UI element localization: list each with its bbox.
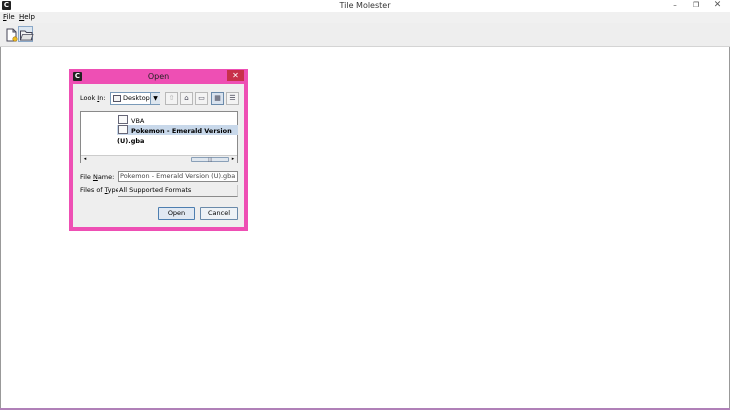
open-dialog: Open C ✕ Look In: Desktop ▼ ⇧ ⌂ ▭ ▦ ☰ VB…	[69, 69, 248, 231]
new-folder-button[interactable]: ▭	[195, 92, 208, 105]
files-of-type-label: Files of Type:	[80, 185, 122, 195]
files-of-type-label-pre: Files of	[80, 186, 105, 194]
menu-help[interactable]: Help	[19, 12, 35, 23]
maximize-icon[interactable]: ❐	[689, 0, 703, 11]
scroll-left-icon[interactable]: ◂	[82, 156, 88, 163]
new-file-icon	[6, 28, 18, 42]
details-view-button[interactable]: ☰	[226, 92, 239, 105]
app-logo-icon: C	[2, 1, 11, 10]
scrollbar-thumb[interactable]: |||	[191, 157, 229, 162]
folder-icon	[118, 115, 128, 124]
look-in-label-pre: Look	[80, 94, 98, 102]
new-file-button[interactable]	[3, 26, 18, 42]
file-icon	[118, 125, 128, 134]
file-name: Pokemon - Emerald Version (U).gba	[117, 127, 232, 145]
menubar: File Help	[0, 12, 730, 23]
file-name: VBA	[131, 117, 145, 125]
look-in-label-post: n:	[99, 94, 106, 102]
file-name-label-pre: File	[80, 173, 93, 181]
close-icon[interactable]: ✕	[705, 0, 730, 11]
chevron-down-icon[interactable]: ▼	[150, 93, 160, 104]
scroll-right-icon[interactable]: ▸	[230, 156, 236, 163]
look-in-value: Desktop	[123, 94, 150, 102]
open-folder-icon	[19, 30, 34, 41]
folder-icon	[113, 95, 121, 102]
list-item[interactable]: VBA	[117, 115, 238, 125]
horizontal-scrollbar[interactable]: ◂ ||| ▸	[81, 155, 237, 163]
menu-help-label: elp	[24, 13, 35, 21]
look-in-label: Look In:	[80, 93, 106, 103]
dialog-close-icon[interactable]: ✕	[227, 70, 244, 81]
dialog-body: Look In: Desktop ▼ ⇧ ⌂ ▭ ▦ ☰ VBA Pokemon…	[73, 84, 244, 227]
file-name-label-post: ame:	[97, 173, 115, 181]
minimize-icon[interactable]: –	[668, 0, 682, 11]
file-list[interactable]: VBA Pokemon - Emerald Version (U).gba ◂ …	[80, 111, 238, 163]
window-title: Tile Molester	[339, 1, 391, 10]
up-folder-button[interactable]: ⇧	[165, 92, 178, 105]
home-button[interactable]: ⌂	[180, 92, 193, 105]
file-name-input[interactable]: Pokemon - Emerald Version (U).gba	[118, 171, 238, 182]
dialog-logo-icon: C	[73, 72, 82, 81]
menu-file-label: ile	[6, 13, 15, 21]
files-of-type-dropdown[interactable]: All Supported Formats	[118, 185, 238, 197]
file-name-label: File Name:	[80, 172, 114, 182]
menu-file[interactable]: File	[3, 12, 15, 23]
cancel-button[interactable]: Cancel	[200, 207, 238, 220]
dialog-title: Open	[147, 72, 170, 81]
open-file-button[interactable]	[18, 26, 34, 42]
list-item-selected[interactable]: Pokemon - Emerald Version (U).gba	[117, 125, 238, 145]
toolbar	[0, 23, 730, 47]
look-in-dropdown[interactable]: Desktop ▼	[110, 92, 160, 105]
open-button[interactable]: Open	[158, 207, 195, 220]
list-view-button[interactable]: ▦	[211, 92, 224, 105]
